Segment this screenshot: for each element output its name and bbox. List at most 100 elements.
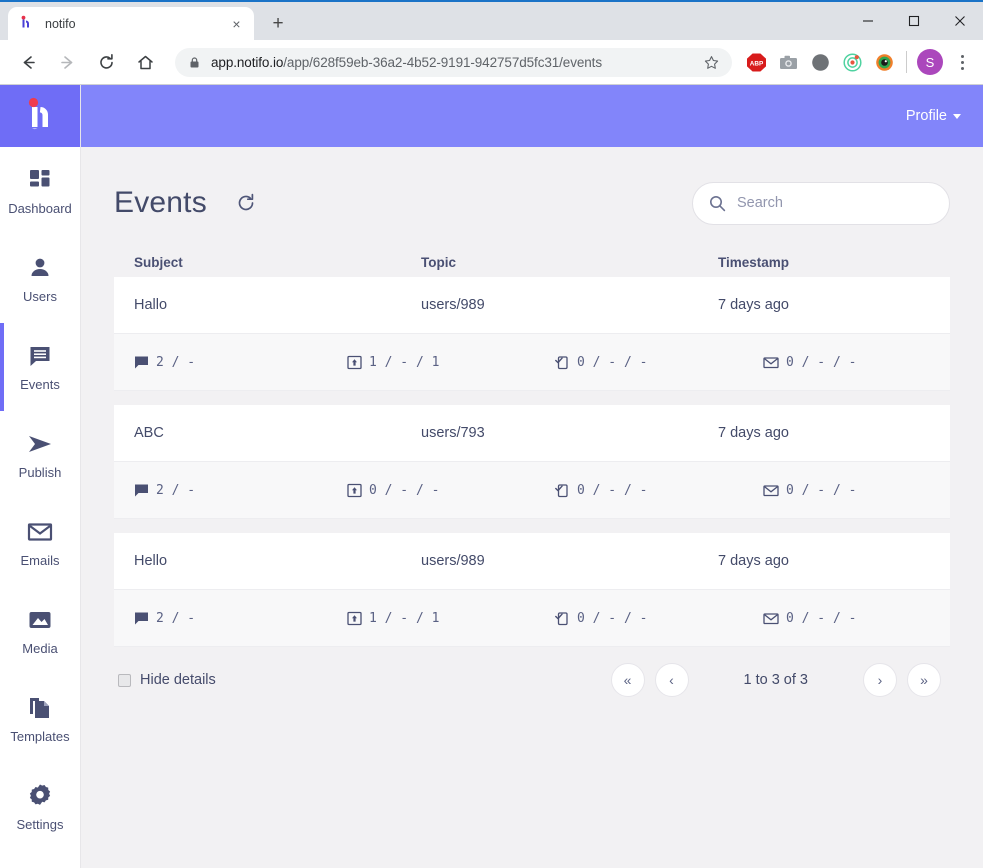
camera-screenshot-extension-icon[interactable] <box>775 49 801 75</box>
comment-bubble-icon <box>134 355 149 370</box>
chevron-down-icon <box>953 113 961 119</box>
stat-mobile-push: 0 / - / - <box>555 483 763 498</box>
refresh-icon[interactable] <box>235 192 257 214</box>
cell-topic: users/989 <box>421 297 485 313</box>
sidebar-item-label: Events <box>20 377 60 392</box>
target-tracker-extension-icon[interactable] <box>839 49 865 75</box>
hide-details-label: Hide details <box>140 672 216 688</box>
home-button[interactable] <box>131 48 160 77</box>
address-bar-url: app.notifo.io/app/628f59eb-36a2-4b52-919… <box>211 55 602 70</box>
url-path: /app/628f59eb-36a2-4b52-9191-942757d5fc3… <box>283 54 602 70</box>
sidebar-item-label: Media <box>22 641 58 656</box>
sidebar: Dashboard Users Events Publish Emails Me… <box>0 85 81 868</box>
browser-tab[interactable]: notifo × <box>8 7 254 40</box>
reload-button[interactable] <box>92 48 121 77</box>
web-push-icon <box>347 611 362 626</box>
stat-comment: 2 / - <box>134 483 347 498</box>
user-icon <box>28 254 52 282</box>
adblock-plus-extension-icon[interactable]: ABP <box>743 49 769 75</box>
hide-details-checkbox[interactable] <box>118 673 131 687</box>
stat-value: 0 / - / - <box>786 354 857 370</box>
profile-label: Profile <box>905 108 947 124</box>
stat-web-push: 0 / - / - <box>347 483 555 498</box>
sidebar-item-users[interactable]: Users <box>0 235 80 323</box>
sidebar-item-publish[interactable]: Publish <box>0 411 80 499</box>
cell-subject: ABC <box>134 425 164 441</box>
bookmark-star-icon[interactable] <box>704 55 719 70</box>
stat-value: 0 / - / - <box>577 610 648 626</box>
table-row[interactable]: Hello users/989 7 days ago <box>114 533 950 590</box>
comment-bubble-icon <box>134 611 149 626</box>
new-tab-button[interactable]: + <box>264 9 292 37</box>
web-push-icon <box>347 355 362 370</box>
page-header: Events <box>114 177 950 229</box>
event-card: Hallo users/989 7 days ago 2 / - 1 / - /… <box>114 277 950 391</box>
email-icon <box>763 483 779 498</box>
search-input[interactable] <box>737 195 933 211</box>
search-box[interactable] <box>692 181 950 225</box>
sidebar-item-emails[interactable]: Emails <box>0 499 80 587</box>
mobile-push-icon <box>555 483 570 498</box>
lock-icon <box>188 56 201 69</box>
web-push-icon <box>347 483 362 498</box>
sidebar-item-label: Templates <box>10 729 70 744</box>
address-bar[interactable]: app.notifo.io/app/628f59eb-36a2-4b52-919… <box>175 47 732 77</box>
stat-web-push: 1 / - / 1 <box>347 611 555 626</box>
events-table: Subject Topic Timestamp Hallo users/989 … <box>114 247 950 647</box>
chrome-profile-avatar[interactable]: S <box>917 49 943 75</box>
app-topbar: Profile <box>81 85 983 147</box>
row-spacer <box>114 391 950 405</box>
mobile-push-icon <box>555 611 570 626</box>
sidebar-item-media[interactable]: Media <box>0 587 80 675</box>
hide-details-toggle[interactable]: Hide details <box>118 672 216 688</box>
sidebar-item-label: Dashboard <box>8 201 72 216</box>
back-button[interactable] <box>14 48 43 77</box>
pagination-first-button[interactable]: « <box>610 663 645 697</box>
sidebar-item-templates[interactable]: Templates <box>0 675 80 763</box>
pagination-last-button[interactable]: » <box>907 663 941 697</box>
close-window-button[interactable] <box>937 2 983 40</box>
gear-icon <box>27 782 53 810</box>
colorzilla-extension-icon[interactable] <box>871 49 897 75</box>
send-arrow-icon <box>27 430 53 458</box>
stat-value: 2 / - <box>156 354 196 370</box>
maximize-window-button[interactable] <box>891 2 937 40</box>
table-row[interactable]: ABC users/793 7 days ago <box>114 405 950 462</box>
stat-comment: 2 / - <box>134 611 347 626</box>
close-tab-icon[interactable]: × <box>228 15 245 32</box>
notifo-logo[interactable] <box>0 85 80 147</box>
image-icon <box>27 606 53 634</box>
table-row-details: 2 / - 0 / - / - 0 / - / - 0 / - / - <box>114 462 950 519</box>
stat-mobile-push: 0 / - / - <box>555 355 763 370</box>
stat-value: 2 / - <box>156 610 196 626</box>
comment-bubble-icon <box>134 483 149 498</box>
table-footer: Hide details « ‹ 1 to 3 of 3 › » <box>114 647 950 713</box>
dark-mode-extension-icon[interactable] <box>807 49 833 75</box>
sidebar-item-dashboard[interactable]: Dashboard <box>0 147 80 235</box>
table-row-details: 2 / - 1 / - / 1 0 / - / - 0 / - / - <box>114 590 950 647</box>
chrome-menu-icon[interactable] <box>950 54 974 70</box>
page-title: Events <box>114 186 207 219</box>
event-card: Hello users/989 7 days ago 2 / - 1 / - /… <box>114 533 950 647</box>
events-message-icon <box>28 342 52 370</box>
stat-email: 0 / - / - <box>763 355 930 370</box>
sidebar-item-settings[interactable]: Settings <box>0 763 80 851</box>
window-controls <box>845 2 983 40</box>
stat-mobile-push: 0 / - / - <box>555 611 763 626</box>
table-row[interactable]: Hallo users/989 7 days ago <box>114 277 950 334</box>
pagination-next-button[interactable]: › <box>863 663 897 697</box>
profile-dropdown[interactable]: Profile <box>906 108 961 124</box>
search-container <box>692 181 950 225</box>
mobile-push-icon <box>555 355 570 370</box>
column-header-timestamp: Timestamp <box>718 254 790 270</box>
column-header-subject: Subject <box>134 254 183 270</box>
sidebar-item-label: Users <box>23 289 57 304</box>
stat-value: 0 / - / - <box>786 610 857 626</box>
browser-tab-strip: notifo × + <box>0 0 983 40</box>
minimize-window-button[interactable] <box>845 2 891 40</box>
pagination-prev-button[interactable]: ‹ <box>654 663 689 697</box>
sidebar-item-events[interactable]: Events <box>0 323 80 411</box>
table-row-details: 2 / - 1 / - / 1 0 / - / - 0 / - / - <box>114 334 950 391</box>
browser-tab-title: notifo <box>45 16 76 31</box>
forward-button <box>53 48 82 77</box>
